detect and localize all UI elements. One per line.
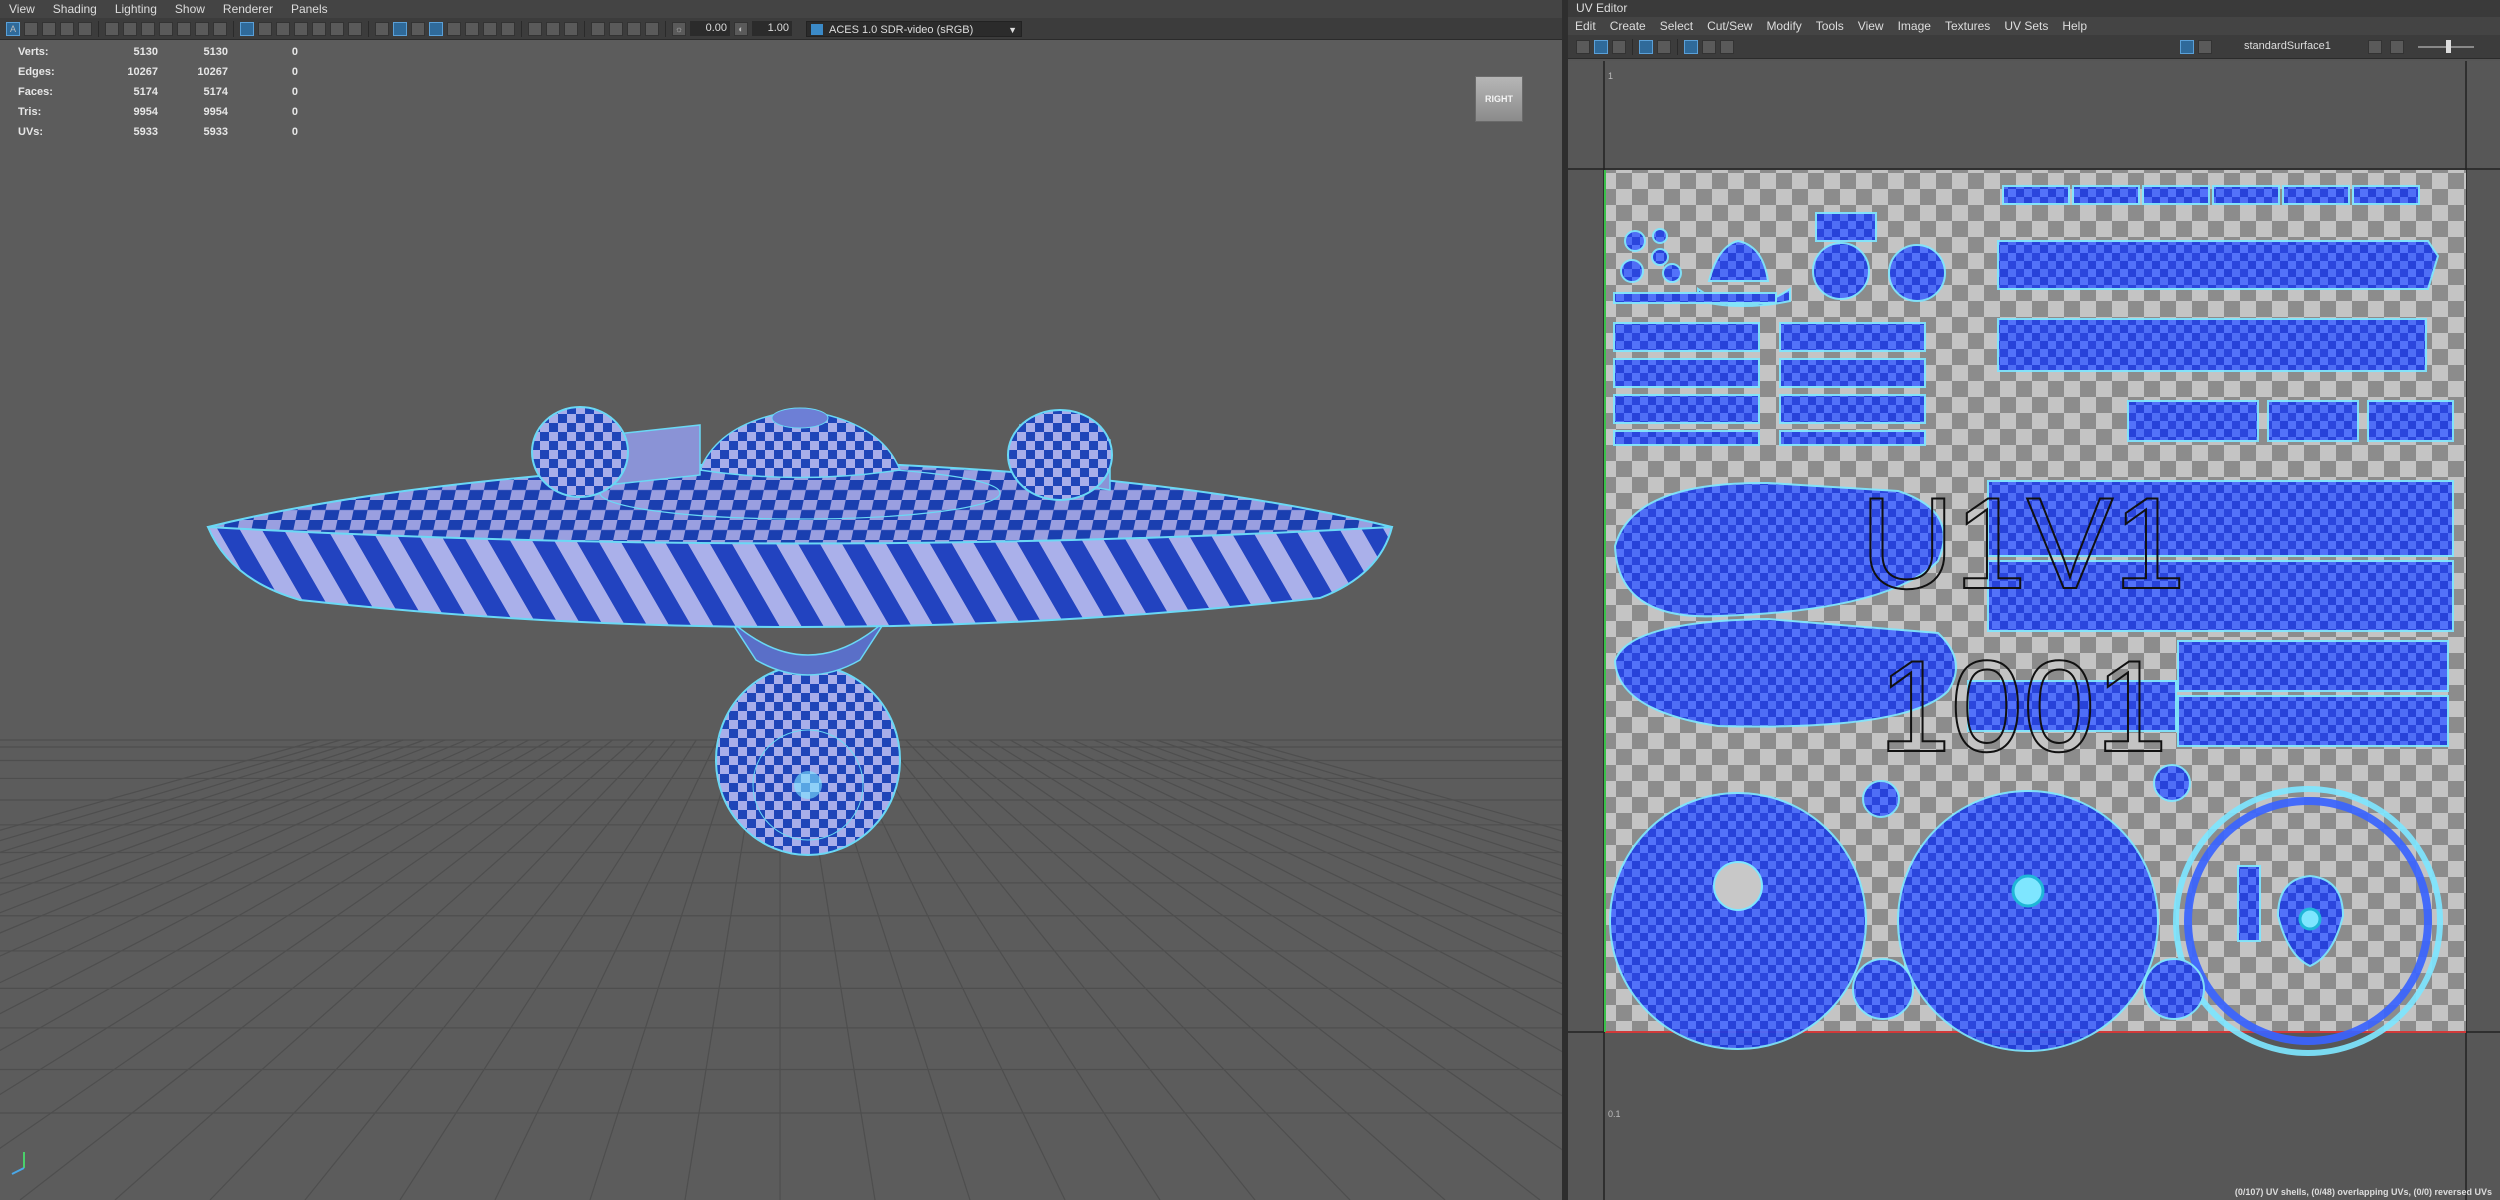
uv-color-icon[interactable] (2368, 40, 2382, 54)
menu-panels[interactable]: Panels (282, 2, 337, 16)
uv-menu-tools[interactable]: Tools (1809, 19, 1851, 33)
uv-menu-edit[interactable]: Edit (1568, 19, 1603, 33)
menu-show[interactable]: Show (166, 2, 214, 16)
viewport-toolbar: A ☼ 0.00 ◐ 1.00 ACES 1.0 SDR-video (sRGB… (0, 18, 1562, 40)
menu-view[interactable]: View (0, 2, 44, 16)
film-gate-icon[interactable] (258, 21, 272, 36)
lights-icon[interactable] (465, 21, 479, 36)
motion-blur-icon[interactable] (627, 21, 641, 36)
color-space-dropdown[interactable]: ACES 1.0 SDR-video (sRGB) ▼ (806, 20, 1022, 37)
uv-checker-icon[interactable] (1684, 39, 1698, 54)
safe-action-icon[interactable] (330, 21, 344, 36)
uv-shaded-icon[interactable] (1702, 39, 1716, 54)
xray-icon[interactable] (447, 21, 461, 36)
gamma-field[interactable]: 1.00 (752, 21, 792, 36)
exposure-icon[interactable]: ☼ (672, 21, 686, 36)
move-pivot-icon[interactable] (177, 21, 191, 36)
uv-canvas[interactable]: 1 0.1 U1V1 1001 (1568, 61, 2500, 1200)
uv-menu-modify[interactable]: Modify (1759, 19, 1808, 33)
uv-screenshot-icon[interactable] (1720, 39, 1734, 54)
uv-editor-title: UV Editor (1568, 0, 2500, 17)
uv-frame-all-icon[interactable] (1576, 39, 1590, 54)
snap-icon[interactable] (195, 21, 209, 36)
shader-label[interactable]: standardSurface1 (2244, 40, 2331, 52)
bookmark-flag-icon[interactable] (159, 21, 173, 36)
menu-shading[interactable]: Shading (44, 2, 106, 16)
chevron-down-icon: ▼ (1008, 24, 1017, 35)
uv-editor-panel[interactable]: UV Editor Edit Create Select Cut/Sew Mod… (1568, 0, 2500, 1200)
uv-axis-label-top: 1 (1608, 71, 1613, 81)
bookmark-icon[interactable] (42, 21, 56, 36)
multi-sample-icon[interactable] (609, 21, 623, 36)
view-cube[interactable]: RIGHT (1475, 76, 1523, 122)
smooth-shade-icon[interactable] (393, 21, 407, 36)
camera-icon[interactable] (123, 21, 137, 36)
select-icon[interactable] (591, 21, 605, 36)
uv-menu-cutsew[interactable]: Cut/Sew (1700, 19, 1759, 33)
axis-gizmo (11, 1152, 25, 1175)
menu-lighting[interactable]: Lighting (106, 2, 166, 16)
uv-editor-toolbar: standardSurface1 (1568, 35, 2500, 59)
gamma-icon[interactable]: ◐ (734, 21, 748, 36)
uv-menu-uvsets[interactable]: UV Sets (1997, 19, 2055, 33)
default-material-icon[interactable] (411, 21, 425, 36)
uv-tile-label-u1v1: U1V1 (1860, 470, 2185, 616)
starship-mesh[interactable] (206, 406, 1394, 856)
gate-mask-icon[interactable] (294, 21, 308, 36)
shadows-icon[interactable] (483, 21, 497, 36)
view-cube-label: RIGHT (1485, 94, 1513, 104)
uv-tile-icon[interactable] (2180, 40, 2194, 54)
color-space-label: ACES 1.0 SDR-video (sRGB) (829, 23, 974, 36)
resolution-gate-icon[interactable] (276, 21, 290, 36)
uv-status-bar: (0/107) UV shells, (0/48) overlapping UV… (2234, 1187, 2492, 1197)
uv-menu-image[interactable]: Image (1891, 19, 1938, 33)
uv-exposure-icon[interactable] (2390, 40, 2404, 54)
select-camera-icon[interactable]: A (6, 21, 20, 36)
xray-active-icon[interactable] (564, 21, 578, 36)
grease-pencil-icon[interactable] (105, 21, 119, 36)
uv-checker-toggle-icon[interactable] (2198, 40, 2212, 54)
color-management-icon (811, 23, 823, 35)
xray-joints-icon[interactable] (546, 21, 560, 36)
safe-title-icon[interactable] (348, 21, 362, 36)
uv-grid-icon[interactable] (1639, 39, 1653, 54)
grid-icon[interactable] (240, 21, 254, 36)
menu-renderer[interactable]: Renderer (214, 2, 282, 16)
field-chart-icon[interactable] (312, 21, 326, 36)
uv-menu-view[interactable]: View (1851, 19, 1891, 33)
uv-menu-create[interactable]: Create (1603, 19, 1653, 33)
uv-menu-textures[interactable]: Textures (1938, 19, 1997, 33)
exposure-field[interactable]: 0.00 (690, 21, 730, 36)
uv-snap-icon[interactable] (1657, 39, 1671, 54)
image-plane-icon[interactable] (60, 21, 74, 36)
isolate-select-icon[interactable] (528, 21, 542, 36)
wireframe-on-shaded-icon[interactable] (429, 21, 443, 36)
ambient-occlusion-icon[interactable] (501, 21, 515, 36)
uv-menu-select[interactable]: Select (1653, 19, 1700, 33)
viewport-menubar: View Shading Lighting Show Renderer Pane… (0, 0, 1562, 18)
pencil-icon[interactable] (213, 21, 227, 36)
camera-lock-icon[interactable] (141, 21, 155, 36)
uv-tile-label-1001: 1001 (1878, 633, 2167, 779)
two-d-pan-icon[interactable] (78, 21, 92, 36)
viewport-canvas[interactable] (0, 41, 1562, 1200)
camera-attributes-icon[interactable] (24, 21, 38, 36)
wireframe-icon[interactable] (375, 21, 389, 36)
uv-axis-label-bottom: 0.1 (1608, 1109, 1621, 1119)
uv-menu-help[interactable]: Help (2055, 19, 2094, 33)
viewport-panel[interactable]: View Shading Lighting Show Renderer Pane… (0, 0, 1562, 1200)
uv-texture-icon[interactable] (1612, 39, 1626, 54)
uv-image-icon[interactable] (1594, 39, 1608, 54)
depth-of-field-icon[interactable] (645, 21, 659, 36)
uv-editor-menubar: Edit Create Select Cut/Sew Modify Tools … (1568, 17, 2500, 35)
uv-slider-knob[interactable] (2446, 40, 2451, 53)
